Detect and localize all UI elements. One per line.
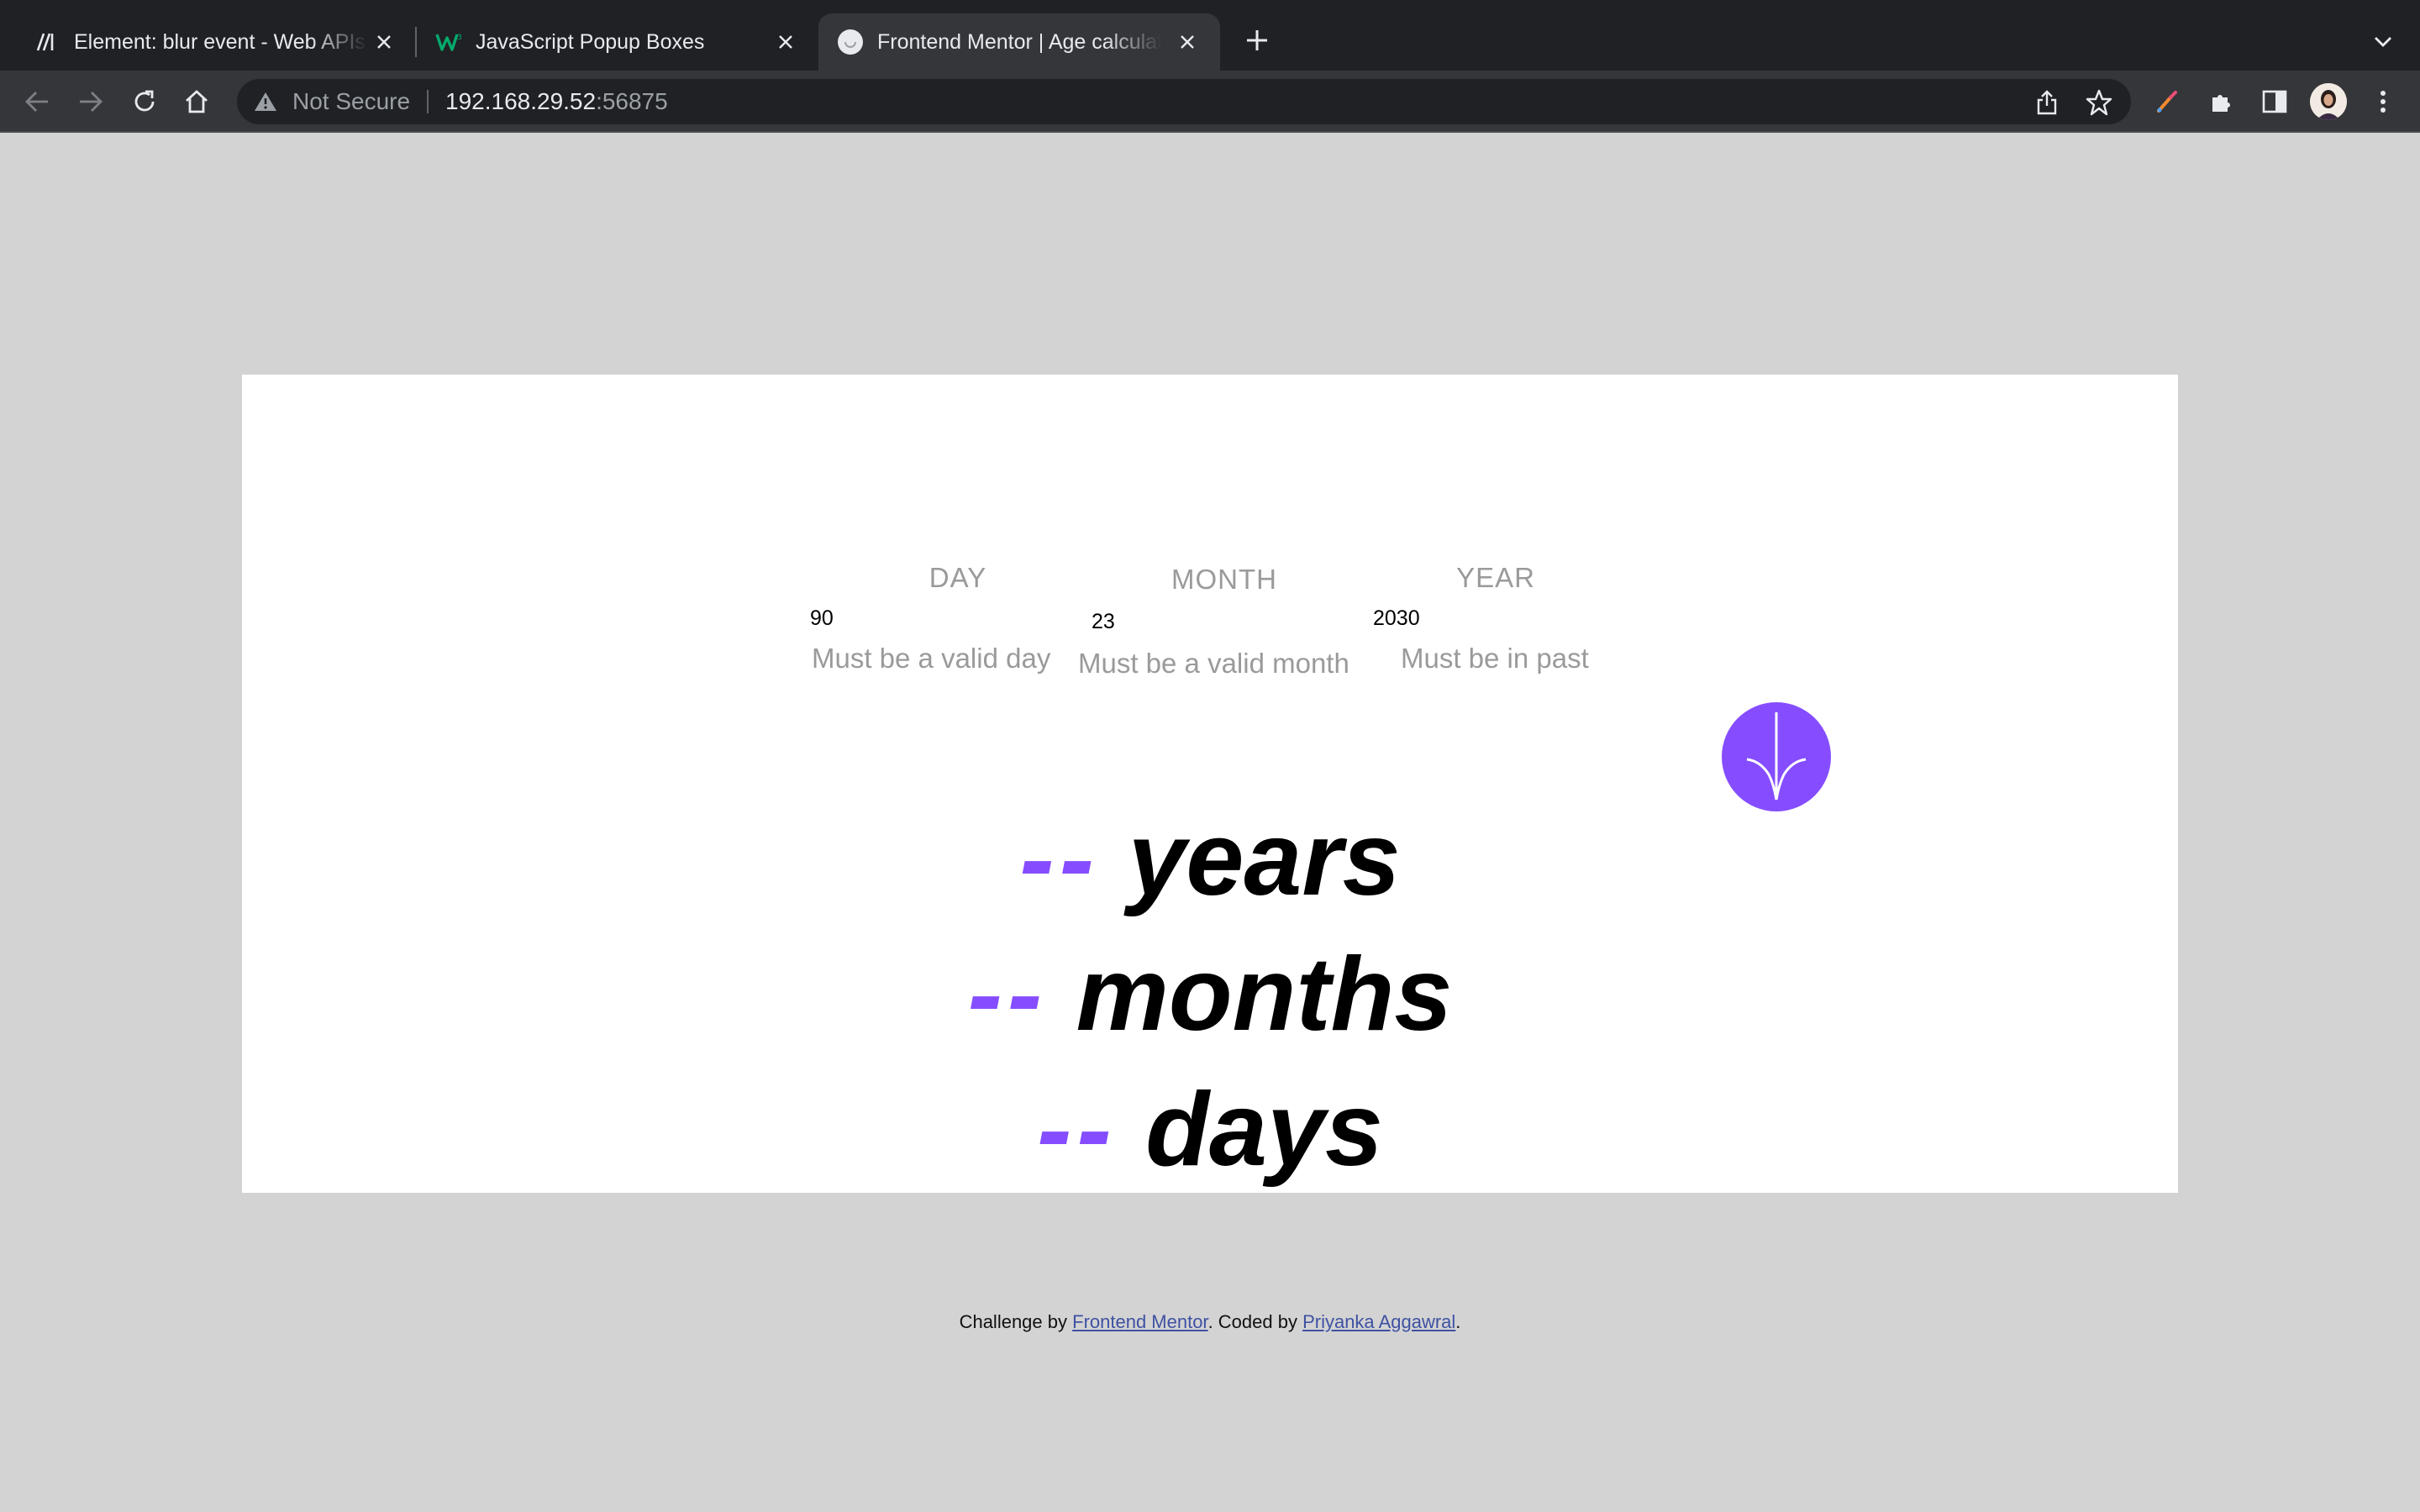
submit-button[interactable] (1722, 702, 1831, 811)
w3schools-icon: 3 (435, 29, 462, 55)
back-button[interactable] (18, 83, 55, 120)
year-label: YEAR (1456, 562, 1535, 593)
more-vertical-icon (2381, 91, 2386, 113)
attribution: Challenge by Frontend Mentor. Coded by P… (0, 1311, 2420, 1333)
user-icon (2310, 83, 2347, 120)
frontend-mentor-link[interactable]: Frontend Mentor (1072, 1311, 1207, 1332)
warning-icon (255, 92, 276, 111)
year-error: Must be in past (1401, 643, 1589, 674)
years-value: -- (1019, 801, 1100, 917)
age-calculator-card: DAY Must be a valid day MONTH Must be a … (242, 375, 2178, 1193)
years-unit: years (1128, 801, 1401, 917)
reload-button[interactable] (126, 83, 163, 120)
home-icon (186, 90, 208, 113)
tab-w3schools[interactable]: 3 JavaScript Popup Boxes (417, 13, 818, 71)
arrow-left-icon (25, 92, 48, 112)
months-unit: months (1076, 937, 1453, 1053)
tab-title: Element: blur event - Web APIs (74, 30, 366, 54)
tab-frontend-mentor[interactable]: Frontend Mentor | Age calculator (818, 13, 1220, 71)
close-icon[interactable] (1173, 28, 1202, 56)
url-host: 192.168.29.52 (445, 88, 597, 114)
mdn-icon (34, 29, 60, 55)
profile-avatar[interactable] (2310, 83, 2347, 120)
plus-icon (1247, 30, 1267, 50)
day-error: Must be a valid day (812, 643, 1051, 674)
attribution-middle: . Coded by (1207, 1311, 1303, 1332)
month-input[interactable] (1092, 608, 1192, 635)
extensions-puzzle-icon[interactable] (2203, 83, 2240, 120)
arrow-right-icon (80, 92, 103, 112)
bookmark-star-icon[interactable] (2086, 89, 2112, 116)
days-unit: days (1145, 1072, 1383, 1188)
tab-mdn[interactable]: Element: blur event - Web APIs (0, 13, 417, 71)
reload-icon (134, 90, 155, 112)
arrow-down-icon (1746, 712, 1807, 801)
color-picker-extension-icon[interactable] (2149, 83, 2186, 120)
close-icon[interactable] (771, 28, 800, 56)
day-input[interactable] (810, 605, 911, 632)
url-text[interactable]: 192.168.29.52:56875 (445, 89, 668, 114)
attribution-prefix: Challenge by (959, 1311, 1073, 1332)
share-icon[interactable] (2033, 89, 2060, 116)
address-divider (427, 90, 429, 113)
browser-menu-button[interactable] (2365, 83, 2402, 120)
chevron-down-icon (2375, 37, 2391, 47)
author-link[interactable]: Priyanka Aggawral (1302, 1311, 1455, 1332)
frontend-mentor-icon (837, 29, 864, 55)
svg-text:3: 3 (457, 34, 462, 42)
months-value: -- (967, 937, 1048, 1053)
days-value: -- (1037, 1072, 1117, 1188)
forward-button[interactable] (72, 83, 109, 120)
year-input[interactable] (1373, 605, 1491, 632)
address-bar[interactable]: Not Secure 192.168.29.52:56875 (237, 79, 2131, 124)
browser-toolbar: Not Secure 192.168.29.52:56875 (0, 71, 2420, 133)
browser-tab-strip: Element: blur event - Web APIs 3 JavaScr… (0, 0, 2420, 71)
side-panel-icon[interactable] (2256, 83, 2293, 120)
security-status[interactable]: Not Secure (292, 89, 410, 114)
new-tab-button[interactable] (1239, 22, 1276, 59)
day-label: DAY (929, 562, 987, 593)
month-error: Must be a valid month (1078, 648, 1349, 679)
close-icon[interactable] (370, 28, 398, 56)
month-label: MONTH (1171, 564, 1277, 595)
attribution-suffix: . (1455, 1311, 1461, 1332)
result-days: -- days (242, 1067, 2178, 1193)
tab-title: Frontend Mentor | Age calculator (877, 30, 1161, 54)
tab-search-button[interactable] (2366, 25, 2400, 59)
result-years: -- years (242, 796, 2178, 922)
url-port: :56875 (596, 88, 668, 114)
tab-title: JavaScript Popup Boxes (476, 30, 705, 54)
home-button[interactable] (178, 83, 215, 120)
result-months: -- months (242, 932, 2178, 1058)
